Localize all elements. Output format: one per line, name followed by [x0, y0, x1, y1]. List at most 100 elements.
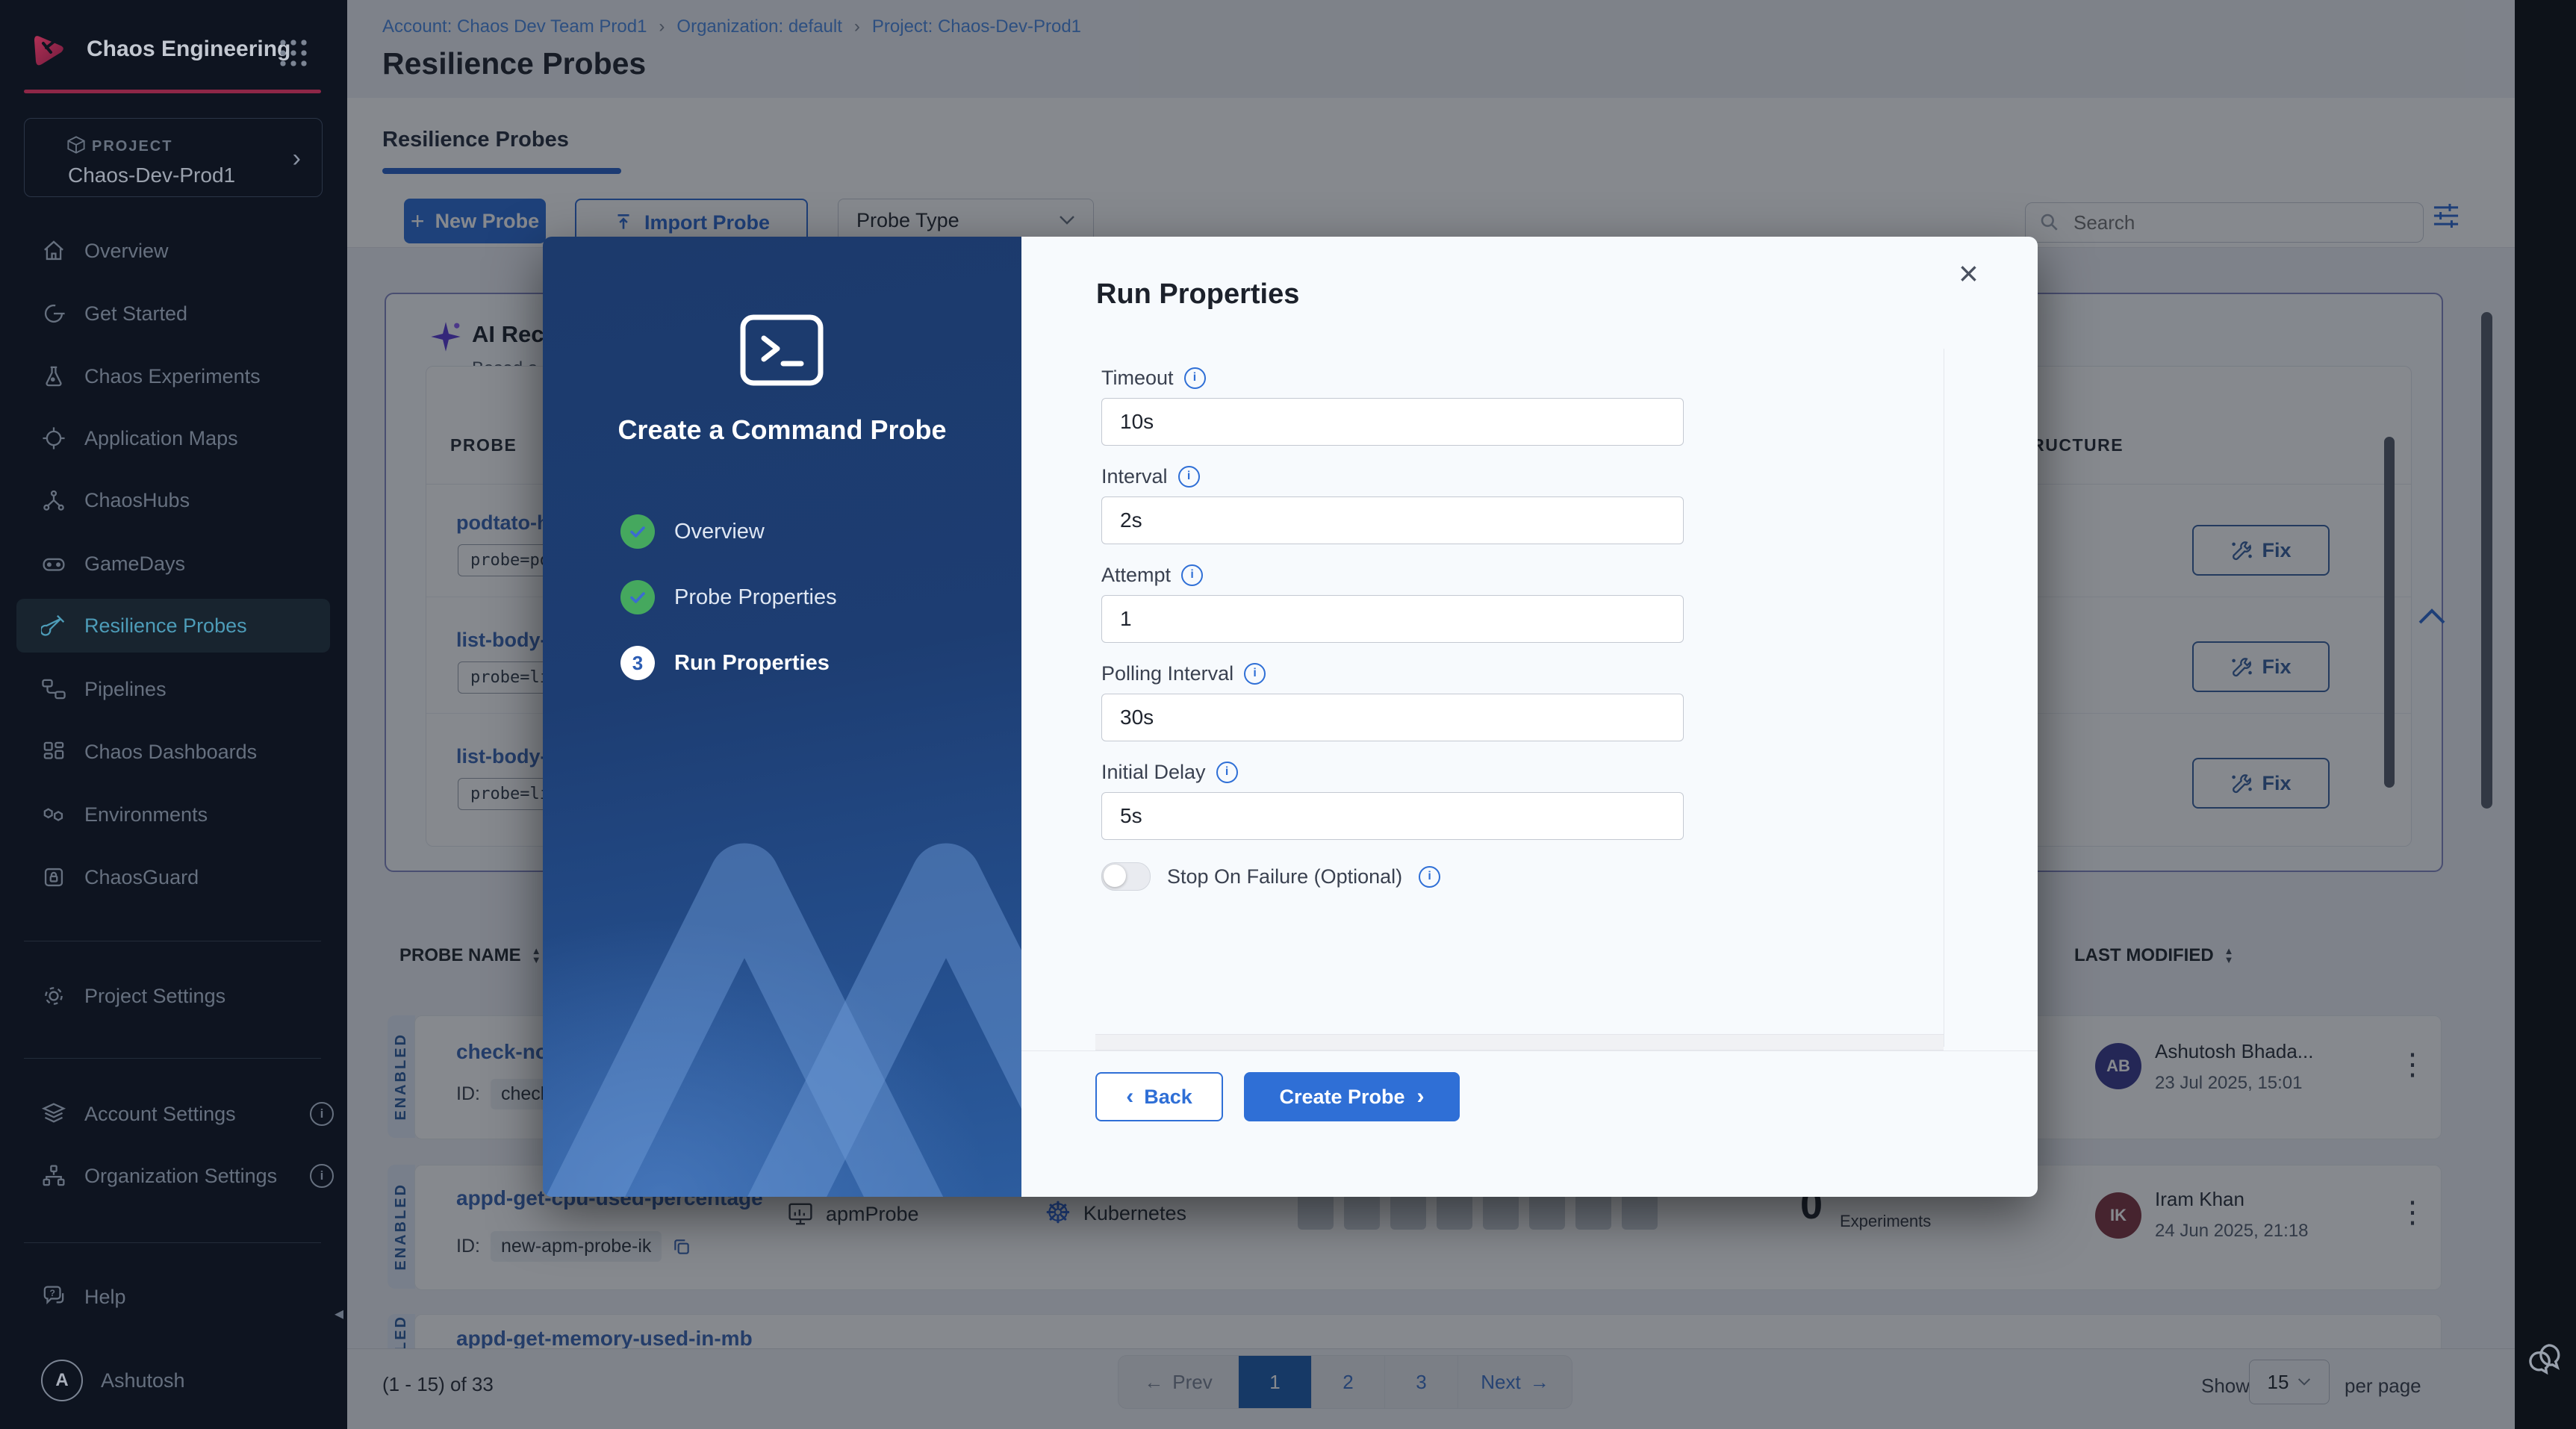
sidebar-item-pipelines[interactable]: Pipelines	[41, 667, 332, 712]
progress-circle-icon	[44, 304, 65, 323]
sidebar-item-label: Help	[84, 1285, 126, 1308]
stop-on-failure-row: Stop On Failure (Optional) i	[1101, 862, 1441, 891]
info-icon[interactable]: i	[1183, 367, 1206, 389]
sidebar-item-application-maps[interactable]: Application Maps	[41, 416, 332, 461]
field-label: Polling Interval	[1101, 661, 1234, 685]
field-interval: Interval i	[1101, 464, 1684, 544]
step-label: Run Properties	[674, 650, 830, 675]
sidebar-item-chaosguard[interactable]: ChaosGuard	[41, 855, 332, 900]
sidebar-item-project-settings[interactable]: Project Settings	[41, 974, 332, 1018]
support-chat-icon[interactable]	[2527, 1338, 2569, 1380]
sidebar-item-environments[interactable]: Environments	[41, 792, 332, 837]
field-initial-delay: Initial Delay i	[1101, 759, 1684, 840]
sidebar-item-resilience-probes[interactable]: Resilience Probes	[41, 603, 332, 648]
flask-icon	[46, 366, 62, 387]
sidebar-item-get-started[interactable]: Get Started	[41, 291, 332, 336]
sidebar-item-chaoshubs[interactable]: ChaosHubs	[41, 478, 332, 523]
sidebar-item-user[interactable]: A Ashutosh	[41, 1358, 332, 1403]
back-label: Back	[1144, 1085, 1192, 1108]
field-polling-interval: Polling Interval i	[1101, 661, 1684, 741]
sidebar-item-label: ChaosHubs	[84, 488, 190, 511]
timeout-input[interactable]	[1101, 398, 1684, 446]
sidebar-item-chaos-dashboards[interactable]: Chaos Dashboards	[41, 729, 332, 774]
help-chat-icon: ?	[43, 1286, 64, 1305]
sidebar-item-overview[interactable]: Overview	[41, 228, 332, 273]
sidebar-item-label: Pipelines	[84, 677, 167, 700]
user-avatar: A	[41, 1360, 83, 1401]
horizontal-scroll-track[interactable]	[1095, 1034, 1944, 1050]
sidebar-collapse-icon[interactable]: ◂	[335, 1303, 343, 1324]
info-icon[interactable]: i	[1419, 865, 1441, 888]
sidebar-item-label: Chaos Dashboards	[84, 740, 258, 763]
info-icon[interactable]: i	[310, 1164, 334, 1188]
cube-icon	[67, 136, 85, 154]
step-label: Probe Properties	[674, 585, 837, 609]
user-name: Ashutosh	[101, 1369, 185, 1392]
create-command-probe-modal: Create a Command Probe Overview Probe Pr…	[543, 237, 2038, 1197]
module-grid-icon[interactable]	[278, 37, 309, 69]
modal-title: Create a Command Probe	[617, 414, 947, 445]
toggle-label: Stop On Failure (Optional)	[1167, 865, 1403, 888]
sidebar-divider	[24, 1058, 321, 1059]
sidebar-item-label: Project Settings	[84, 984, 226, 1007]
stop-on-failure-toggle[interactable]	[1101, 862, 1151, 891]
crosshair-icon	[43, 427, 65, 449]
info-icon[interactable]: i	[1216, 761, 1238, 783]
field-timeout: Timeout i	[1101, 365, 1684, 446]
create-probe-label: Create Probe	[1279, 1085, 1405, 1108]
app-window: Chaos Engineering PROJECT Chaos-Dev-Prod…	[0, 0, 2576, 1429]
step-check-icon	[620, 580, 655, 614]
step-probe-properties[interactable]: Probe Properties	[620, 579, 837, 616]
command-terminal-icon	[740, 314, 824, 386]
sidebar-item-label: Environments	[84, 803, 208, 826]
hexagons-icon	[43, 808, 63, 821]
sidebar-item-gamedays[interactable]: GameDays	[41, 541, 332, 586]
sidebar-item-account-settings[interactable]: Account Settings i	[41, 1092, 334, 1136]
info-icon[interactable]: i	[310, 1102, 334, 1126]
sidebar-item-label: Get Started	[84, 302, 188, 325]
test-tube-icon	[41, 614, 65, 636]
project-name: Chaos-Dev-Prod1	[68, 164, 236, 187]
attempt-input[interactable]	[1101, 595, 1684, 643]
sidebar-item-chaos-experiments[interactable]: Chaos Experiments	[41, 354, 332, 399]
info-icon[interactable]: i	[1244, 662, 1266, 685]
app-title: Chaos Engineering	[87, 37, 291, 61]
sidebar: Chaos Engineering PROJECT Chaos-Dev-Prod…	[0, 0, 348, 1429]
sidebar-item-label: Account Settings	[84, 1102, 236, 1125]
info-icon[interactable]: i	[1181, 564, 1204, 586]
gear-icon	[45, 987, 63, 1005]
close-icon[interactable]: ×	[1959, 256, 1979, 290]
modal-left-panel: Create a Command Probe Overview Probe Pr…	[543, 237, 1021, 1197]
sidebar-item-label: Organization Settings	[84, 1164, 278, 1187]
chaos-engineering-logo-icon	[34, 36, 63, 66]
initial-delay-input[interactable]	[1101, 792, 1684, 840]
project-selector[interactable]: PROJECT Chaos-Dev-Prod1 ›	[24, 118, 323, 197]
sidebar-item-help[interactable]: ? Help	[41, 1274, 332, 1319]
sidebar-item-label: Overview	[84, 239, 169, 262]
footer-divider	[1021, 1050, 2038, 1051]
sidebar-item-label: Chaos Experiments	[84, 364, 261, 387]
dashboard-icon	[43, 741, 64, 759]
project-label: PROJECT	[92, 138, 173, 155]
create-probe-button[interactable]: Create Probe ›	[1244, 1072, 1460, 1121]
field-label: Interval	[1101, 464, 1168, 488]
panel-title: Run Properties	[1096, 278, 1300, 310]
org-chart-icon	[43, 1165, 65, 1186]
chevron-right-icon: ›	[292, 144, 301, 172]
gamepad-icon	[43, 558, 65, 571]
field-attempt: Attempt i	[1101, 562, 1684, 643]
info-icon[interactable]: i	[1177, 465, 1200, 488]
hub-network-icon	[43, 490, 64, 511]
back-button[interactable]: ‹ Back	[1095, 1072, 1223, 1121]
step-number: 3	[620, 646, 655, 680]
pipeline-icon	[42, 679, 66, 700]
polling-interval-input[interactable]	[1101, 694, 1684, 741]
field-label: Timeout	[1101, 366, 1174, 389]
sidebar-item-label: Application Maps	[84, 426, 238, 449]
step-run-properties[interactable]: 3 Run Properties	[620, 644, 830, 682]
sidebar-item-organization-settings[interactable]: Organization Settings i	[41, 1154, 334, 1198]
step-label: Overview	[674, 519, 765, 544]
interval-input[interactable]	[1101, 496, 1684, 544]
sidebar-item-label: GameDays	[84, 552, 186, 575]
step-overview[interactable]: Overview	[620, 513, 765, 550]
